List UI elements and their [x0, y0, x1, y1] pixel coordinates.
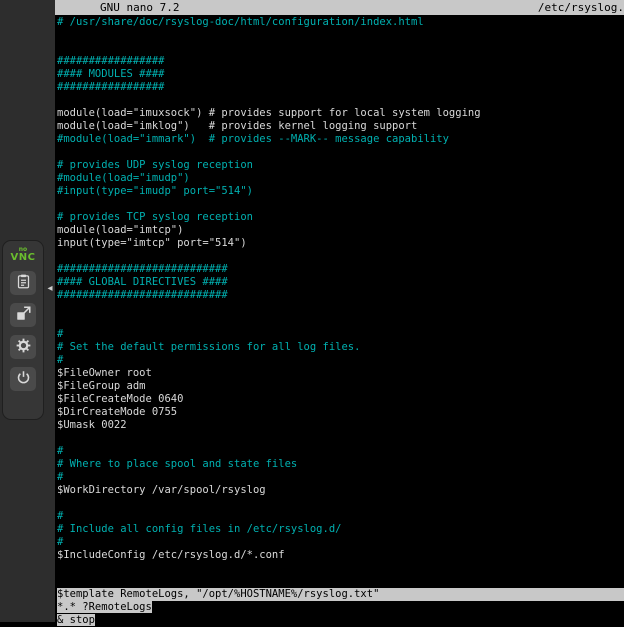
editor-line: *.* ?RemoteLogs [57, 601, 624, 614]
power-icon [16, 370, 31, 389]
editor-line: module(load="imtcp") [57, 224, 624, 237]
editor-line: $Umask 0022 [57, 419, 624, 432]
editor-line: ########################### [57, 263, 624, 276]
settings-button[interactable] [10, 335, 36, 359]
editor-line: $FileOwner root [57, 367, 624, 380]
novnc-control-bar: no VNC [2, 240, 44, 420]
editor-line [57, 94, 624, 107]
editor-line [57, 302, 624, 315]
editor-line [57, 497, 624, 510]
editor-line: #### GLOBAL DIRECTIVES #### [57, 276, 624, 289]
editor-line: module(load="imklog") # provides kernel … [57, 120, 624, 133]
nano-filename: /etc/rsyslog. [538, 0, 624, 15]
clipboard-button[interactable] [10, 271, 36, 295]
editor-line: # provides TCP syslog reception [57, 211, 624, 224]
editor-line: $FileCreateMode 0640 [57, 393, 624, 406]
nano-titlebar: GNU nano 7.2 /etc/rsyslog. [55, 0, 624, 15]
novnc-logo-vnc: VNC [11, 253, 36, 263]
toolbar-collapse-handle[interactable]: ◂ [44, 278, 56, 298]
editor-line: # provides UDP syslog reception [57, 159, 624, 172]
power-button[interactable] [10, 367, 36, 391]
editor-line: #input(type="imudp" port="514") [57, 185, 624, 198]
editor-line [57, 146, 624, 159]
editor-line: input(type="imtcp" port="514") [57, 237, 624, 250]
editor-line: #### MODULES #### [57, 68, 624, 81]
novnc-logo: no VNC [11, 247, 36, 263]
editor-line: #module(load="imudp") [57, 172, 624, 185]
editor-line: $template RemoteLogs, "/opt/%HOSTNAME%/r… [57, 588, 624, 601]
editor-line: # /usr/share/doc/rsyslog-doc/html/config… [57, 16, 624, 29]
editor-line: # Where to place spool and state files [57, 458, 624, 471]
gear-icon [16, 338, 31, 357]
editor-line: ########################### [57, 289, 624, 302]
fullscreen-icon [16, 306, 31, 325]
editor-line: $WorkDirectory /var/spool/rsyslog [57, 484, 624, 497]
clipboard-icon [16, 274, 31, 293]
editor-line [57, 315, 624, 328]
editor-line: # [57, 471, 624, 484]
nano-version-title: GNU nano 7.2 [100, 0, 179, 15]
editor-line: ################# [57, 81, 624, 94]
collapse-arrow-icon: ◂ [47, 283, 52, 294]
editor-line [57, 42, 624, 55]
editor-line: #module(load="immark") # provides --MARK… [57, 133, 624, 146]
editor-text-area[interactable]: # /usr/share/doc/rsyslog-doc/html/config… [57, 16, 624, 622]
editor-line: # Include all config files in /etc/rsysl… [57, 523, 624, 536]
editor-line: # [57, 354, 624, 367]
editor-line [57, 575, 624, 588]
editor-line: $IncludeConfig /etc/rsyslog.d/*.conf [57, 549, 624, 562]
editor-line [57, 250, 624, 263]
editor-line: # [57, 328, 624, 341]
editor-line: ################# [57, 55, 624, 68]
editor-line: & stop [57, 614, 624, 627]
terminal-window[interactable]: GNU nano 7.2 /etc/rsyslog. # /usr/share/… [55, 0, 624, 622]
editor-line: # [57, 536, 624, 549]
editor-line: # [57, 510, 624, 523]
editor-line: module(load="imuxsock") # provides suppo… [57, 107, 624, 120]
editor-line [57, 29, 624, 42]
editor-line: $DirCreateMode 0755 [57, 406, 624, 419]
editor-line: # Set the default permissions for all lo… [57, 341, 624, 354]
editor-line [57, 432, 624, 445]
editor-line: $FileGroup adm [57, 380, 624, 393]
editor-line: # [57, 445, 624, 458]
fullscreen-button[interactable] [10, 303, 36, 327]
editor-line [57, 562, 624, 575]
editor-line [57, 198, 624, 211]
